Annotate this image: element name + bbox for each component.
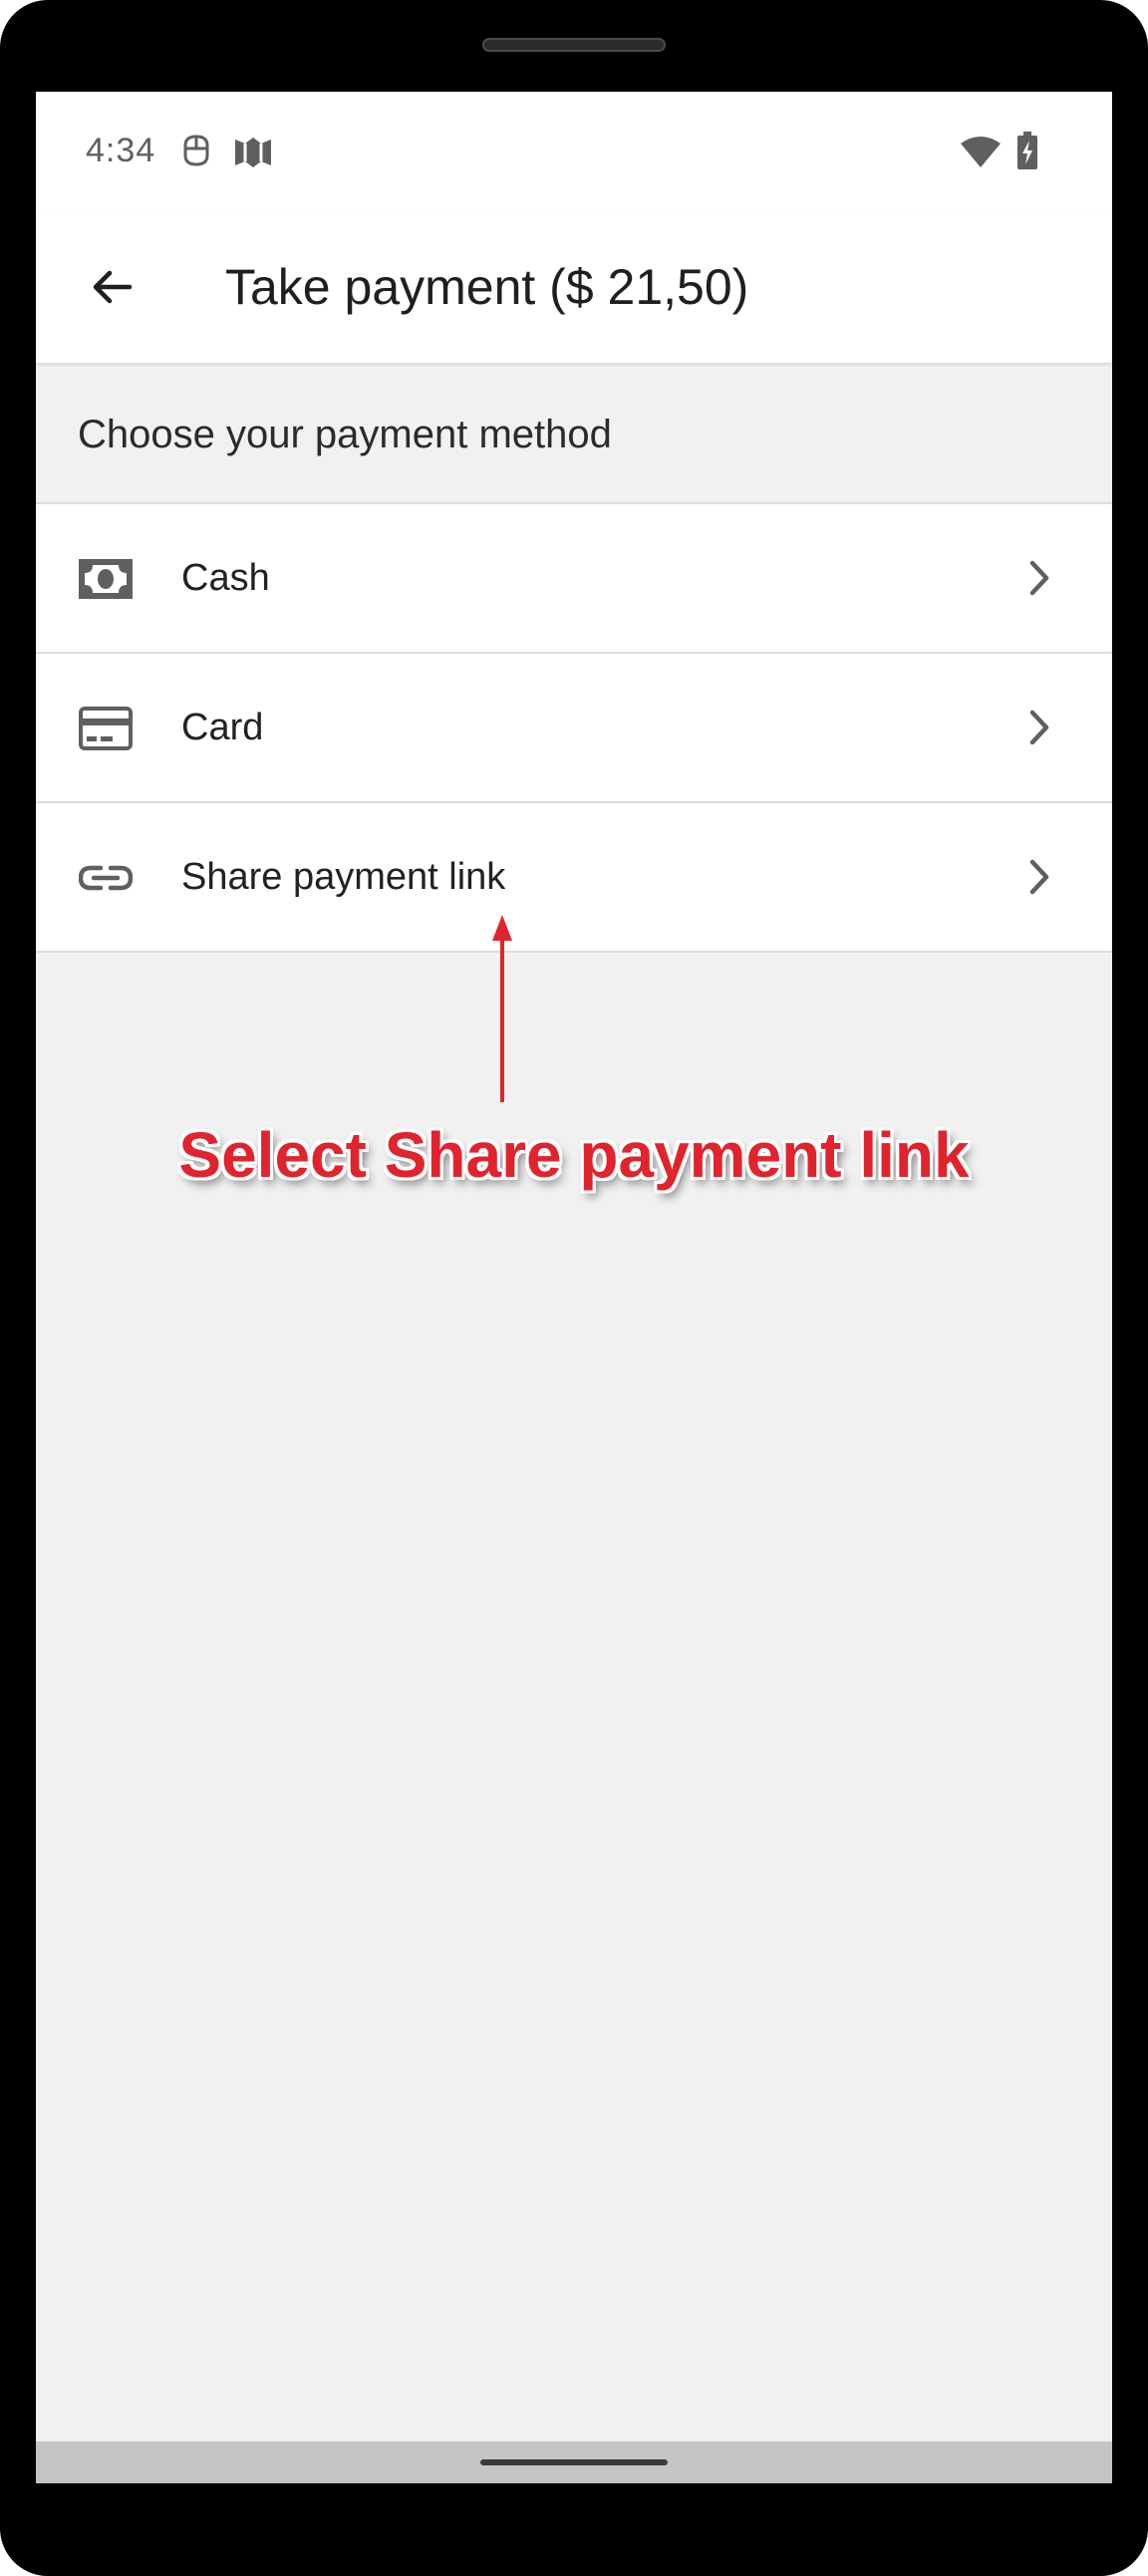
back-button[interactable]	[76, 251, 147, 323]
android-debug-icon	[183, 135, 209, 166]
chevron-right-icon	[1029, 710, 1049, 745]
payment-method-list: Cash Card Share payment link	[36, 504, 1112, 953]
navigation-bar	[36, 2441, 1112, 2483]
status-time: 4:34	[86, 132, 156, 169]
credit-card-icon	[79, 707, 133, 750]
payment-method-share-link[interactable]: Share payment link	[36, 803, 1112, 953]
payment-method-cash[interactable]: Cash	[36, 504, 1112, 654]
chevron-right-icon	[1029, 560, 1049, 596]
payment-method-card[interactable]: Card	[36, 654, 1112, 803]
payment-method-label: Card	[181, 707, 264, 748]
annotation-callout: Select Share payment link	[178, 1119, 970, 1191]
home-gesture-handle[interactable]	[480, 2459, 668, 2465]
earpiece-speaker	[482, 38, 666, 52]
cash-icon	[79, 559, 133, 599]
status-bar: 4:34	[36, 92, 1112, 211]
payment-method-label: Share payment link	[181, 856, 506, 898]
app-bar: Take payment ($ 21,50)	[36, 211, 1112, 363]
battery-charging-icon	[1017, 132, 1037, 169]
section-header: Choose your payment method	[36, 367, 1112, 504]
annotation-arrow	[492, 915, 512, 1102]
page-title: Take payment ($ 21,50)	[225, 259, 749, 315]
payment-method-label: Cash	[181, 557, 270, 599]
app-notification-icon	[235, 138, 271, 167]
section-header-label: Choose your payment method	[78, 413, 612, 456]
wifi-icon	[961, 137, 1001, 167]
link-icon	[79, 865, 133, 891]
arrow-back-icon	[93, 270, 133, 304]
phone-frame: 4:34 Take payment ($ 21,50) Choose your …	[0, 0, 1148, 2576]
screen: 4:34 Take payment ($ 21,50) Choose your …	[36, 92, 1112, 2483]
chevron-right-icon	[1029, 859, 1049, 895]
